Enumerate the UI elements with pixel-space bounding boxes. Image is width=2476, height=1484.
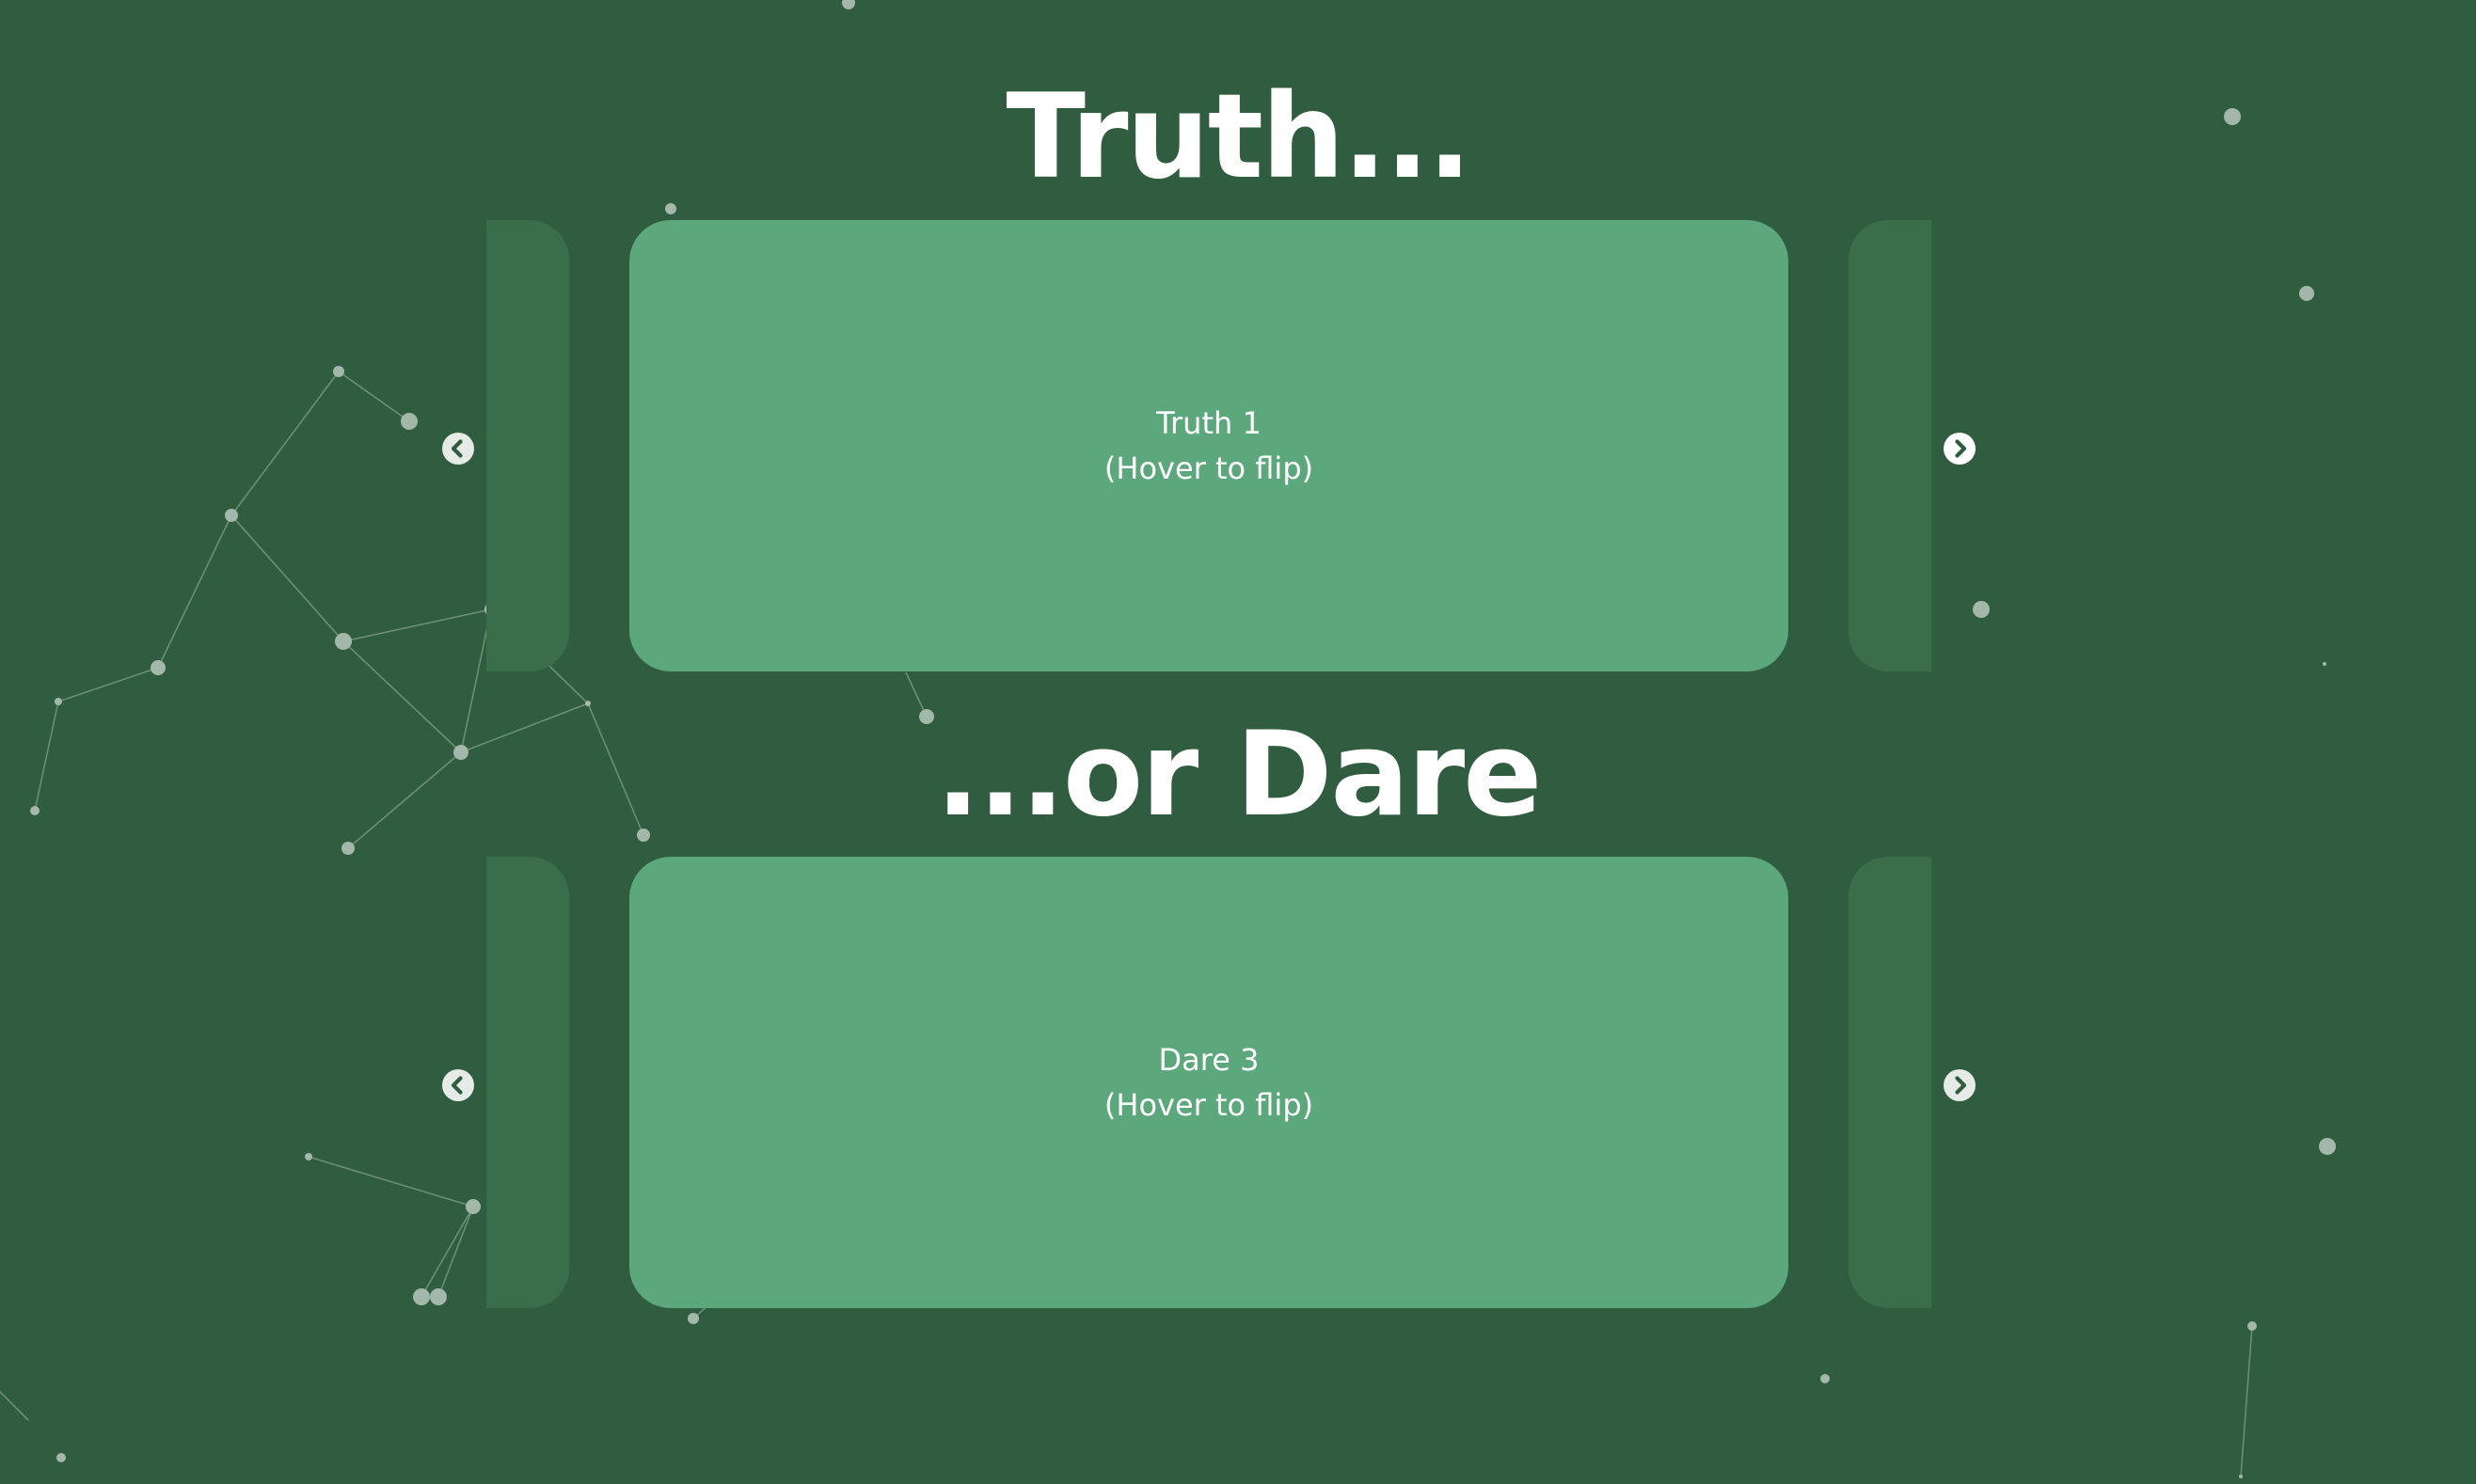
truth-prev-button[interactable] <box>442 433 474 465</box>
chevron-left-circle-icon <box>442 433 474 465</box>
dare-next-button[interactable] <box>1944 1069 1976 1101</box>
chevron-right-circle-icon <box>1944 433 1976 465</box>
chevron-right-circle-icon <box>1944 1069 1976 1101</box>
truth-carousel: Truth 1 (Hover to flip) <box>0 220 2476 671</box>
truth-heading: Truth... <box>1006 70 1471 205</box>
truth-card-title: Truth 1 <box>1156 405 1262 441</box>
dare-card[interactable]: Dare 3 (Hover to flip) <box>629 857 1788 1308</box>
truth-next-button[interactable] <box>1944 433 1976 465</box>
dare-carousel: Dare 3 (Hover to flip) <box>0 857 2476 1308</box>
chevron-left-circle-icon <box>442 1069 474 1101</box>
app-stage: Truth... Truth 1 (Hover to flip) ...or D… <box>0 0 2476 1484</box>
truth-next-card-peek[interactable] <box>1849 220 1931 671</box>
dare-prev-card-peek[interactable] <box>486 857 569 1308</box>
truth-prev-card-peek[interactable] <box>486 220 569 671</box>
dare-card-title: Dare 3 <box>1158 1042 1260 1078</box>
dare-prev-button[interactable] <box>442 1069 474 1101</box>
dare-next-card-peek[interactable] <box>1849 857 1931 1308</box>
dare-card-hint: (Hover to flip) <box>1103 1087 1314 1123</box>
truth-card[interactable]: Truth 1 (Hover to flip) <box>629 220 1788 671</box>
truth-card-hint: (Hover to flip) <box>1103 450 1314 486</box>
dare-heading: ...or Dare <box>935 707 1543 843</box>
